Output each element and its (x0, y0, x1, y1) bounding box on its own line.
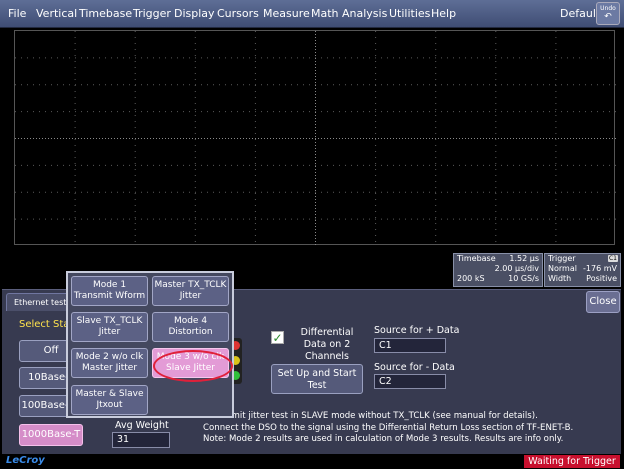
menu-help[interactable]: Help (431, 7, 456, 20)
menu-bar: File Vertical Timebase Trigger Display C… (0, 0, 624, 28)
menu-vertical[interactable]: Vertical (36, 7, 77, 20)
highlight-ring (153, 350, 233, 382)
undo-arrow-icon: ↶ (604, 12, 612, 22)
trigger-title: Trigger (548, 254, 576, 263)
timebase-title: Timebase (457, 254, 496, 263)
standard-1000base-t-button[interactable]: 1000Base-T (19, 424, 83, 446)
menu-utilities[interactable]: Utilities (389, 7, 430, 20)
menu-trigger[interactable]: Trigger (133, 7, 171, 20)
timebase-rate: 10 GS/s (508, 274, 539, 283)
source-plus-field[interactable]: C1 (374, 338, 446, 353)
timebase-value: 1.52 µs (509, 254, 539, 263)
description-line: Note: Mode 2 results are used in calcula… (203, 434, 564, 444)
menu-timebase[interactable]: Timebase (79, 7, 132, 20)
menu-measure[interactable]: Measure (263, 7, 310, 20)
setup-start-test-button[interactable]: Set Up and Start Test (271, 364, 363, 394)
menu-math[interactable]: Math (311, 7, 339, 20)
test-mode2-button[interactable]: Mode 2 w/o clk Master Jitter (71, 348, 148, 378)
source-plus-label: Source for + Data (374, 325, 460, 336)
description-line: Connect the DSO to the signal using the … (203, 422, 574, 433)
differential-checkbox[interactable]: ✓ (271, 331, 284, 344)
menu-file[interactable]: File (8, 7, 26, 20)
differential-label: Differential Data on 2 Channels (300, 327, 354, 362)
test-slave-txtclk-button[interactable]: Slave TX_TCLK Jitter (71, 312, 148, 342)
test-master-slave-jtxout-button[interactable]: Master & Slave Jtxout (71, 385, 148, 415)
avg-weight-label: Avg Weight (115, 420, 169, 431)
trigger-mode: Normal (548, 264, 577, 273)
grid-lines (15, 31, 616, 246)
menu-cursors[interactable]: Cursors (217, 7, 259, 20)
timebase-samples: 200 kS (457, 274, 485, 283)
lecroy-logo: LeCroy (6, 455, 45, 466)
trigger-source-badge: C1 (607, 255, 618, 262)
test-mode4-button[interactable]: Mode 4 Distortion (152, 312, 229, 342)
undo-button[interactable]: Undo ↶ (596, 2, 620, 25)
test-description: - Transmit jitter test in SLAVE mode wit… (203, 411, 573, 446)
avg-weight-field[interactable]: 31 (112, 432, 170, 448)
test-mode1-button[interactable]: Mode 1 Transmit Wform (71, 276, 148, 306)
waveform-grid[interactable] (14, 30, 616, 246)
menu-analysis[interactable]: Analysis (342, 7, 387, 20)
trigger-level: -176 mV (583, 264, 617, 273)
source-minus-field[interactable]: C2 (374, 374, 446, 389)
close-button[interactable]: Close (586, 291, 620, 313)
trigger-status-badge: Waiting for Trigger (524, 455, 620, 468)
source-minus-label: Source for - Data (374, 362, 455, 373)
menu-display[interactable]: Display (174, 7, 215, 20)
description-line: - Transmit jitter test in SLAVE mode wit… (203, 411, 538, 421)
trigger-slope: Positive (586, 274, 617, 283)
timebase-descriptor[interactable]: Timebase 1.52 µs 2.00 µs/div 200 kS 10 GS/… (453, 253, 543, 287)
test-master-txtclk-button[interactable]: Master TX_TCLK Jitter (152, 276, 229, 306)
trigger-descriptor[interactable]: Trigger C1 Normal -176 mV Width Positive (544, 253, 621, 287)
tab-ethernet-tests[interactable]: Ethernet tests (6, 293, 70, 311)
undo-label: Undo (600, 5, 616, 12)
trigger-type: Width (548, 274, 572, 283)
timebase-per-div: 2.00 µs/div (494, 264, 539, 273)
